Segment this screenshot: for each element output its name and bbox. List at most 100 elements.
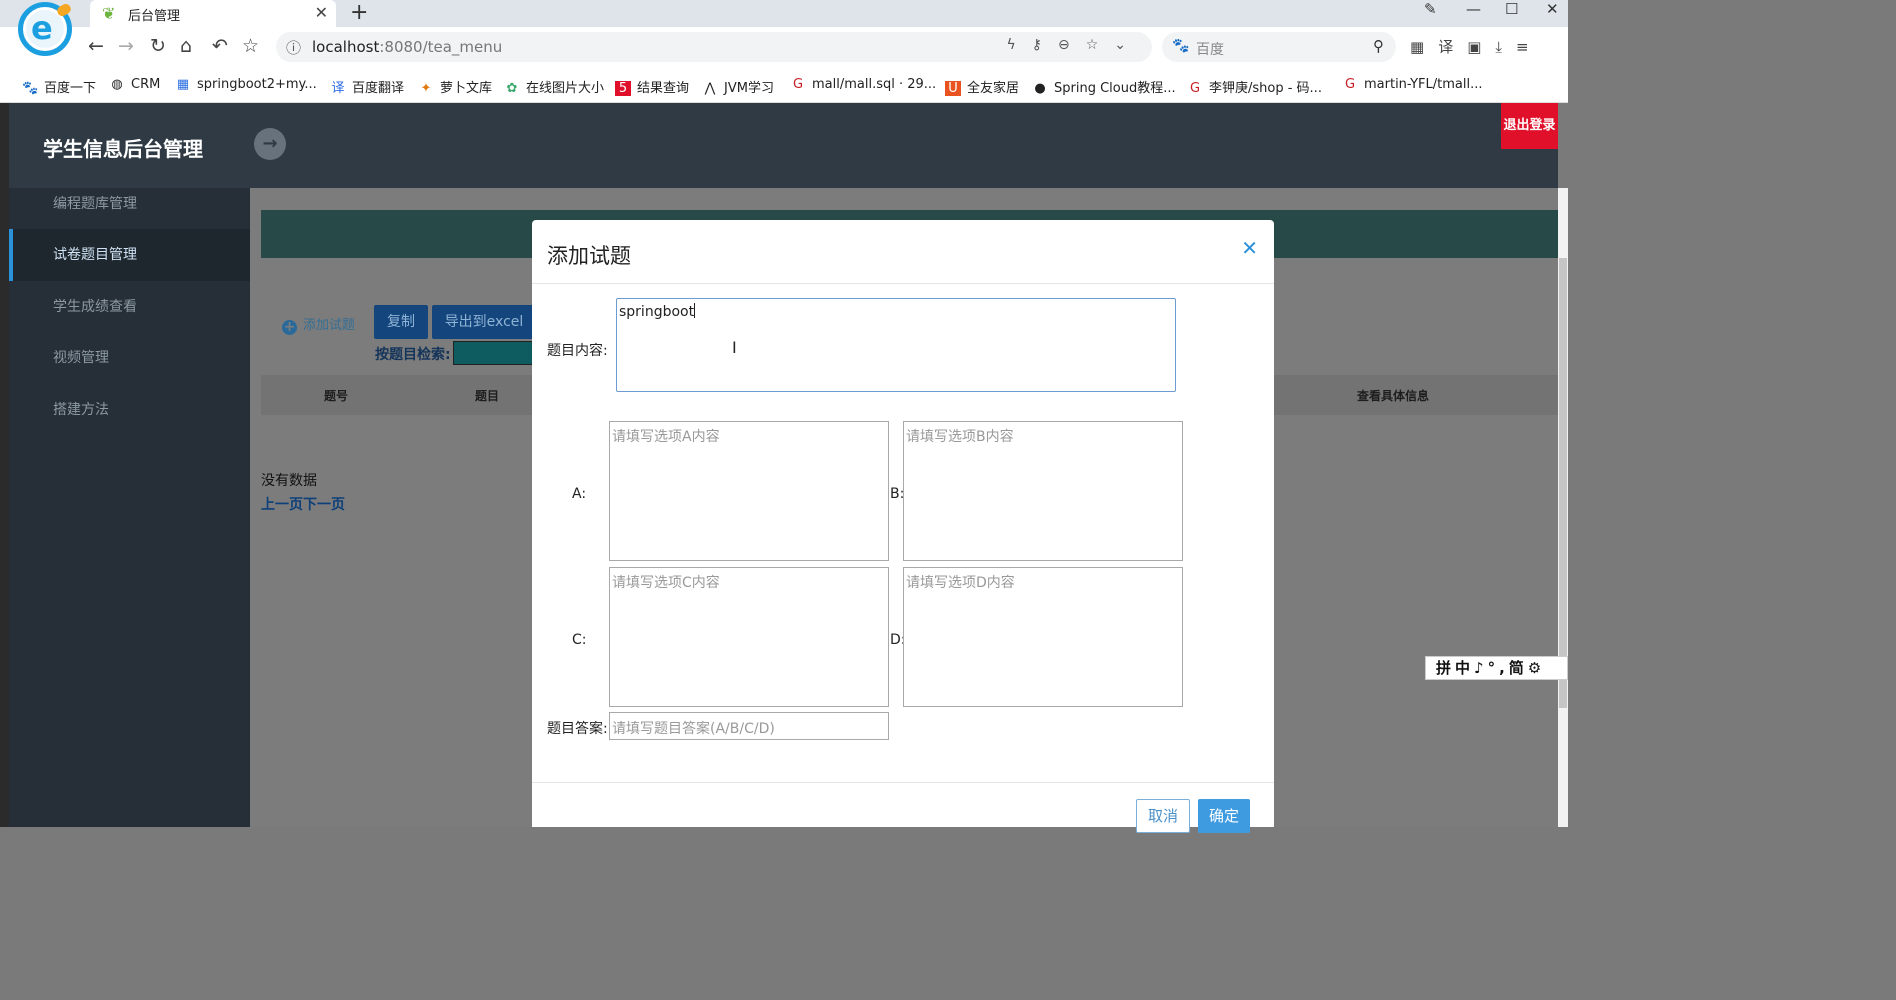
close-tab-icon[interactable]: ✕ bbox=[315, 3, 328, 22]
bookmark-item[interactable]: G 李钾庚/shop - 码... bbox=[1187, 77, 1322, 96]
key-icon[interactable]: ⚷ bbox=[1032, 37, 1058, 53]
option-b-textarea[interactable]: 请填写选项B内容 bbox=[903, 421, 1183, 561]
bookmark-item[interactable]: Gmartin-YFL/tmall... bbox=[1342, 77, 1483, 92]
bookmark-label: 结果查询 bbox=[637, 81, 690, 96]
bookmark-label: JVM学习 bbox=[724, 81, 774, 96]
bookmark-label: mall/mall.sql · 29... bbox=[812, 77, 937, 92]
reload-icon[interactable]: ↻ bbox=[150, 35, 166, 57]
add-question-modal: 添加试题 ✕ 题目内容: springboot I A: 请填写选项A内容 B:… bbox=[532, 220, 1274, 833]
bookmark-item[interactable]: Gmall/mall.sql · 29... bbox=[790, 77, 936, 92]
bookmark-label: CRM bbox=[131, 77, 161, 92]
question-content-textarea[interactable]: springboot bbox=[616, 298, 1176, 392]
logout-button[interactable]: 退出登录 bbox=[1501, 103, 1558, 149]
jvm-icon: ⋀ bbox=[704, 81, 716, 96]
add-question-link[interactable]: + 添加试题 bbox=[282, 314, 355, 335]
tab-title: 后台管理 bbox=[128, 9, 181, 24]
confirm-button[interactable]: 确定 bbox=[1198, 799, 1250, 833]
cancel-button[interactable]: 取消 bbox=[1136, 799, 1190, 833]
close-window-icon[interactable]: ✕ bbox=[1546, 0, 1559, 18]
sidebar-item-student-scores[interactable]: 学生成绩查看 bbox=[9, 281, 250, 333]
chevron-down-icon[interactable]: ⌄ bbox=[1114, 37, 1142, 53]
bookmark-item[interactable]: ◍ CRM bbox=[109, 77, 160, 92]
bookmark-label: 在线图片大小 bbox=[526, 81, 605, 96]
browser-tab[interactable]: ❦ 后台管理 ✕ bbox=[90, 0, 336, 27]
browser-toolbar: ← → ↻ ⌂ ↶ ☆ ⓘ localhost:8080/tea_menu ϟ⚷… bbox=[0, 27, 1568, 68]
bookmark-item[interactable]: ✦ 萝卜文库 bbox=[418, 77, 492, 96]
new-tab-icon[interactable]: + bbox=[350, 0, 368, 25]
search-icon[interactable]: ⚲ bbox=[1373, 37, 1384, 55]
bookmark-item[interactable]: U 全友家居 bbox=[945, 77, 1019, 96]
app-title: 学生信息后台管理 bbox=[43, 137, 203, 161]
url-path: :8080/tea_menu bbox=[379, 38, 503, 56]
bookmark-grid-icon: ▦ bbox=[176, 77, 190, 92]
column-question: 题目 bbox=[475, 389, 500, 403]
option-c-label: C: bbox=[572, 632, 587, 648]
bookmark-item[interactable]: ▦ springboot2+my... bbox=[175, 77, 317, 92]
sidebar-item-programming-bank[interactable]: 编程题库管理 bbox=[9, 178, 250, 230]
notes-icon[interactable]: ✎ bbox=[1424, 0, 1437, 18]
question-search-input[interactable] bbox=[453, 341, 533, 365]
divider bbox=[532, 782, 1274, 783]
zoom-icon[interactable]: ⊖ bbox=[1058, 37, 1086, 53]
option-c-textarea[interactable]: 请填写选项C内容 bbox=[609, 567, 889, 707]
bookmark-item[interactable]: ✿ 在线图片大小 bbox=[504, 77, 604, 96]
baidu-paw-icon: 🐾 bbox=[22, 81, 39, 96]
gitee-icon: G bbox=[1189, 81, 1201, 96]
column-details: 查看具体信息 bbox=[1357, 389, 1430, 403]
answer-input[interactable]: 请填写题目答案(A/B/C/D) bbox=[609, 712, 889, 740]
browser-logo-icon: e bbox=[18, 2, 72, 56]
bookmark-item[interactable]: 译百度翻译 bbox=[330, 77, 404, 96]
scrollbar-thumb[interactable] bbox=[1559, 258, 1567, 708]
column-number: 题号 bbox=[324, 389, 349, 403]
bookmark-item[interactable]: ⋀ JVM学习 bbox=[702, 77, 774, 96]
translate-icon: 译 bbox=[331, 81, 345, 96]
download-icon[interactable]: ⤓ bbox=[1495, 38, 1516, 56]
option-a-label: A: bbox=[572, 486, 587, 502]
info-icon[interactable]: ⓘ bbox=[286, 37, 301, 58]
no-data-text: 没有数据 bbox=[261, 473, 317, 489]
ime-toolbar[interactable]: 拼中♪°,简⚙ bbox=[1425, 656, 1568, 680]
search-placeholder: 百度 bbox=[1196, 42, 1224, 58]
browser-tab-bar: ❦ 后台管理 ✕ + ✎ — ☐ ✕ bbox=[0, 0, 1568, 27]
page-scrollbar[interactable] bbox=[1558, 188, 1568, 827]
flower-icon: ✿ bbox=[506, 81, 518, 96]
sidebar-item-setup[interactable]: 搭建方法 bbox=[9, 384, 250, 436]
search-box[interactable]: 🐾 百度 ⚲ bbox=[1162, 32, 1396, 62]
favorite-icon[interactable]: ☆ bbox=[1086, 37, 1115, 53]
copy-button[interactable]: 复制 bbox=[374, 305, 428, 339]
undo-icon[interactable]: ↶ bbox=[212, 35, 228, 57]
content-label: 题目内容: bbox=[547, 343, 608, 359]
home-icon[interactable]: ⌂ bbox=[180, 35, 192, 57]
option-a-textarea[interactable]: 请填写选项A内容 bbox=[609, 421, 889, 561]
globe-icon: ◍ bbox=[111, 77, 123, 92]
star-icon[interactable]: ☆ bbox=[242, 35, 259, 57]
sidebar-item-video[interactable]: 视频管理 bbox=[9, 332, 250, 384]
answer-label: 题目答案: bbox=[547, 721, 608, 737]
bookmark-item[interactable]: 5 结果查询 bbox=[615, 77, 689, 96]
pdf-icon[interactable]: ▣ bbox=[1467, 38, 1495, 56]
baidu-icon: 🐾 bbox=[1172, 38, 1190, 54]
close-icon[interactable]: ✕ bbox=[1241, 236, 1258, 260]
qr-icon[interactable]: ▦ bbox=[1410, 38, 1438, 56]
address-bar[interactable]: ⓘ localhost:8080/tea_menu ϟ⚷⊖☆⌄ bbox=[276, 32, 1152, 62]
five-icon: 5 bbox=[615, 81, 631, 96]
question-content-value: springboot bbox=[619, 304, 695, 320]
maximize-icon[interactable]: ☐ bbox=[1505, 0, 1518, 18]
search-label: 按题目检索: bbox=[375, 347, 451, 363]
menu-icon[interactable]: ≡ bbox=[1516, 38, 1543, 56]
back-icon[interactable]: ← bbox=[88, 35, 104, 57]
pagination-links[interactable]: 上一页下一页 bbox=[261, 494, 345, 514]
sidebar-item-exam-questions[interactable]: 试卷题目管理 bbox=[9, 229, 250, 281]
export-excel-button[interactable]: 导出到excel bbox=[432, 305, 536, 339]
bookmark-item[interactable]: 🐾 百度一下 bbox=[22, 77, 96, 96]
minimize-icon[interactable]: — bbox=[1466, 0, 1481, 18]
extension-tools: ▦译▣⤓≡ bbox=[1410, 36, 1543, 57]
forward-icon[interactable]: → bbox=[118, 35, 134, 57]
translate-ext-icon[interactable]: 译 bbox=[1438, 38, 1467, 56]
arrow-right-icon[interactable]: → bbox=[254, 128, 286, 160]
bookmark-label: 百度一下 bbox=[44, 81, 97, 96]
bookmark-item[interactable]: ● Spring Cloud教程... bbox=[1032, 77, 1175, 96]
text-cursor-icon: I bbox=[732, 338, 737, 357]
option-d-textarea[interactable]: 请填写选项D内容 bbox=[903, 567, 1183, 707]
lightning-icon[interactable]: ϟ bbox=[1006, 37, 1031, 53]
